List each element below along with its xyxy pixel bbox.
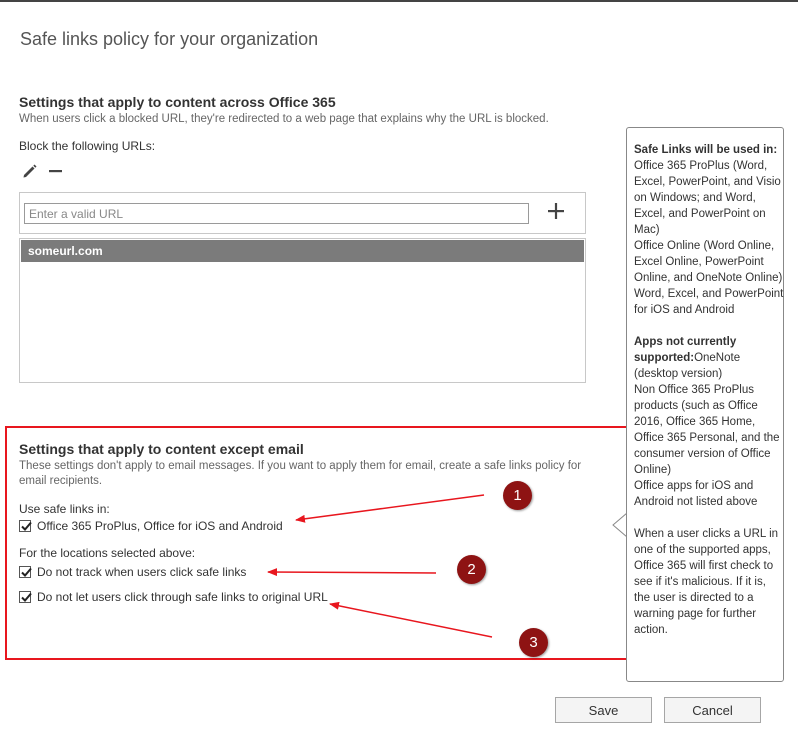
annotation-arrow-2 — [267, 568, 437, 577]
callout-supported-proplus: Office 365 ProPlus (Word, Excel, PowerPo… — [634, 160, 781, 236]
callout-heading-supported: Safe Links will be used in: — [634, 144, 778, 156]
annotation-badge-3: 3 — [519, 628, 548, 657]
annotation-arrow-3 — [329, 601, 493, 638]
cancel-button[interactable]: Cancel — [664, 697, 761, 723]
save-button[interactable]: Save — [555, 697, 652, 723]
callout-supported-online: Office Online (Word Online, Excel Online… — [634, 240, 783, 284]
annotation-badge-1: 1 — [503, 481, 532, 510]
callout-supported-mobile: Word, Excel, and PowerPoint for iOS and … — [634, 288, 784, 316]
callout-behavior-note: When a user clicks a URL in one of the s… — [634, 528, 779, 636]
callout-unsupported-mobile: Office apps for iOS and Android not list… — [634, 480, 758, 508]
annotation-badge-2: 2 — [457, 555, 486, 584]
info-callout: Safe Links will be used in: Office 365 P… — [626, 127, 784, 682]
callout-unsupported-nonproplus: Non Office 365 ProPlus products (such as… — [634, 384, 780, 476]
annotation-arrow-1 — [295, 494, 485, 523]
